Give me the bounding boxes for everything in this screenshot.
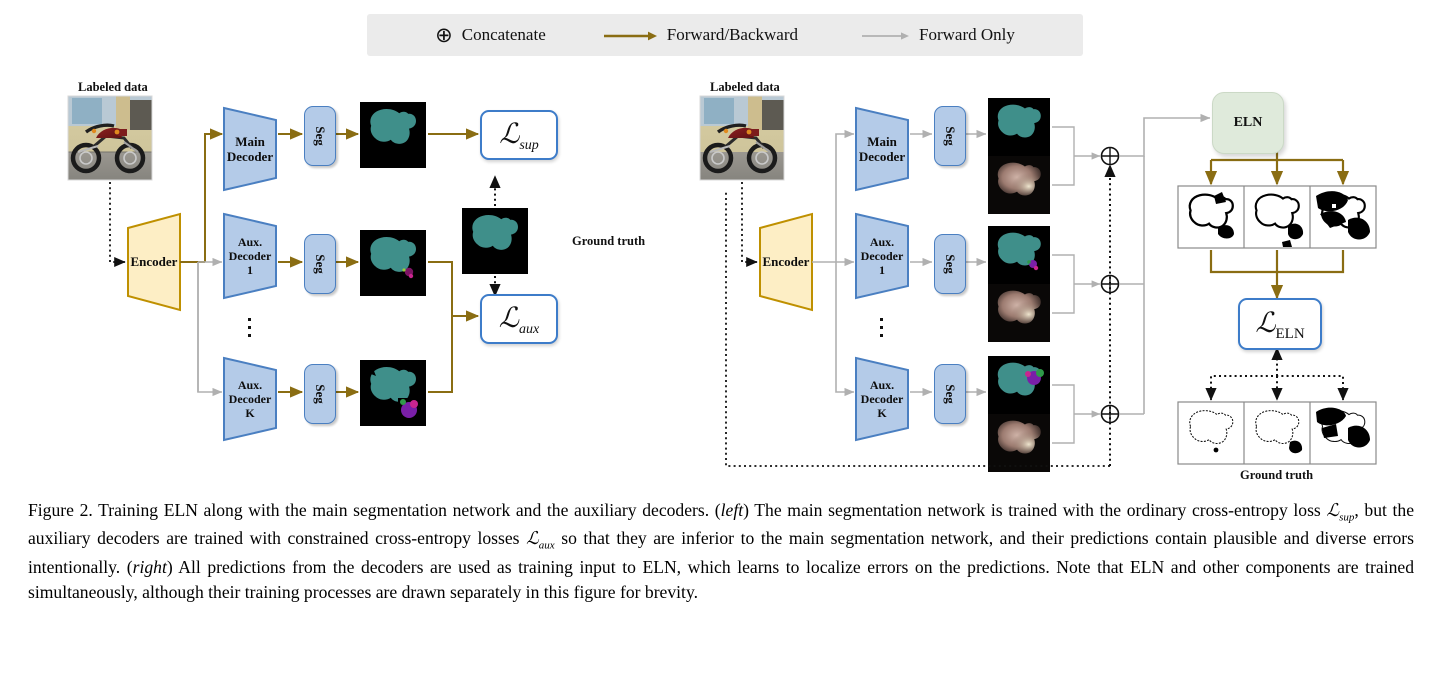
right-main-decoder-label-1: Main — [867, 133, 897, 149]
left-auxk-mask — [360, 360, 426, 426]
right-aux1-decoder-label-1: Aux. — [869, 234, 895, 249]
left-aux1-decoder-label-2: Decoder — [228, 248, 272, 263]
right-aux1-decoder-label-2: Decoder — [860, 248, 904, 263]
left-encoder[interactable]: Encoder — [128, 214, 180, 310]
eln-prediction-panels — [1177, 185, 1377, 249]
left-loss-aux[interactable]: ℒaux — [480, 294, 558, 344]
left-auxk-decoder-label-1: Aux. — [237, 377, 263, 392]
right-aux1-seg-label: Seg — [943, 254, 958, 274]
right-auxk-seg-block[interactable]: Seg — [934, 364, 966, 424]
right-aux1-decoder[interactable]: Aux. Decoder 1 — [856, 214, 908, 298]
left-aux1-seg-label: Seg — [313, 254, 328, 274]
left-auxk-decoder-label-2: Decoder — [228, 391, 272, 406]
right-encoder[interactable]: Encoder — [760, 214, 812, 310]
caption-em-left: left — [720, 500, 744, 520]
left-encoder-label: Encoder — [130, 254, 178, 270]
right-ground-truth-label: Ground truth — [1240, 468, 1314, 482]
left-aux1-decoder-label-1: Aux. — [237, 234, 263, 249]
eln-module[interactable]: ELN — [1212, 92, 1284, 154]
right-labeled-data-label: Labeled data — [710, 80, 780, 94]
right-loss-eln-text: ℒELN — [1255, 307, 1305, 342]
right-decoder-ellipsis — [880, 318, 883, 337]
left-aux1-decoder[interactable]: Aux. Decoder 1 — [224, 214, 276, 298]
left-auxk-decoder-label-3: K — [245, 406, 255, 421]
left-input-to-encoder-dotted — [109, 182, 126, 268]
right-main-decoder-label-2: Decoder — [858, 149, 906, 164]
left-main-decoder[interactable]: Main Decoder — [224, 108, 276, 190]
right-aux1-seg-block[interactable]: Seg — [934, 234, 966, 294]
left-auxk-decoder[interactable]: Aux. Decoder K — [224, 358, 276, 440]
left-main-mask — [360, 102, 426, 168]
right-main-seg-label: Seg — [943, 126, 958, 146]
eln-label: ELN — [1233, 115, 1263, 130]
left-main-seg-label: Seg — [313, 126, 328, 146]
right-main-decoder[interactable]: Main Decoder — [856, 108, 908, 190]
left-labeled-data-label: Labeled data — [78, 80, 148, 94]
right-auxk-output-stack — [988, 356, 1050, 472]
right-auxk-seg-label: Seg — [943, 384, 958, 404]
left-decoder-ellipsis — [248, 318, 251, 337]
left-main-seg-block[interactable]: Seg — [304, 106, 336, 166]
caption-loss-aux-sub: aux — [538, 539, 555, 552]
left-main-decoder-label-2: Decoder — [226, 149, 274, 164]
caption-part-1: Training ELN along with the main segment… — [98, 500, 721, 520]
left-ground-truth-mask — [462, 208, 528, 274]
right-loss-eln[interactable]: ℒELN — [1238, 298, 1322, 350]
right-aux1-decoder-label-3: 1 — [879, 263, 885, 278]
right-input-to-encoder-dotted — [741, 182, 758, 268]
left-aux1-decoder-label-3: 1 — [247, 263, 253, 278]
left-loss-sup[interactable]: ℒsup — [480, 110, 558, 160]
left-loss-sup-text: ℒsup — [499, 118, 539, 153]
right-auxk-decoder[interactable]: Aux. Decoder K — [856, 358, 908, 440]
right-auxk-decoder-label-3: K — [877, 406, 887, 421]
left-auxk-seg-block[interactable]: Seg — [304, 364, 336, 424]
caption-loss-sup: ℒ — [1326, 500, 1340, 520]
right-input-image — [699, 95, 785, 181]
caption-part-5: ) All predictions from the decoders are … — [28, 556, 1414, 603]
left-input-image — [67, 95, 153, 181]
caption-em-right: right — [132, 556, 167, 577]
figure-caption: Figure 2. Training ELN along with the ma… — [28, 498, 1414, 605]
left-loss-aux-text: ℒaux — [498, 302, 540, 337]
left-aux1-mask — [360, 230, 426, 296]
ground-truth-panels — [1177, 401, 1377, 465]
concat-node-1 — [1100, 146, 1120, 166]
left-main-decoder-label-1: Main — [235, 133, 265, 149]
caption-loss-aux: ℒ — [526, 528, 539, 549]
figure-root: ⊕ Concatenate Forward/Backward Forward O… — [0, 0, 1440, 680]
left-ground-truth-label: Ground truth — [572, 234, 646, 248]
caption-loss-sup-sub: sup — [1339, 511, 1355, 524]
right-auxk-decoder-label-1: Aux. — [869, 377, 895, 392]
left-aux1-seg-block[interactable]: Seg — [304, 234, 336, 294]
right-main-seg-block[interactable]: Seg — [934, 106, 966, 166]
right-encoder-label: Encoder — [762, 254, 810, 270]
right-aux1-output-stack — [988, 226, 1050, 342]
right-auxk-decoder-label-2: Decoder — [860, 391, 904, 406]
left-auxk-seg-label: Seg — [313, 384, 328, 404]
figure-number: Figure 2. — [28, 500, 93, 520]
right-main-output-stack — [988, 98, 1050, 214]
caption-part-2: ) The main segmentation network is train… — [743, 500, 1327, 520]
